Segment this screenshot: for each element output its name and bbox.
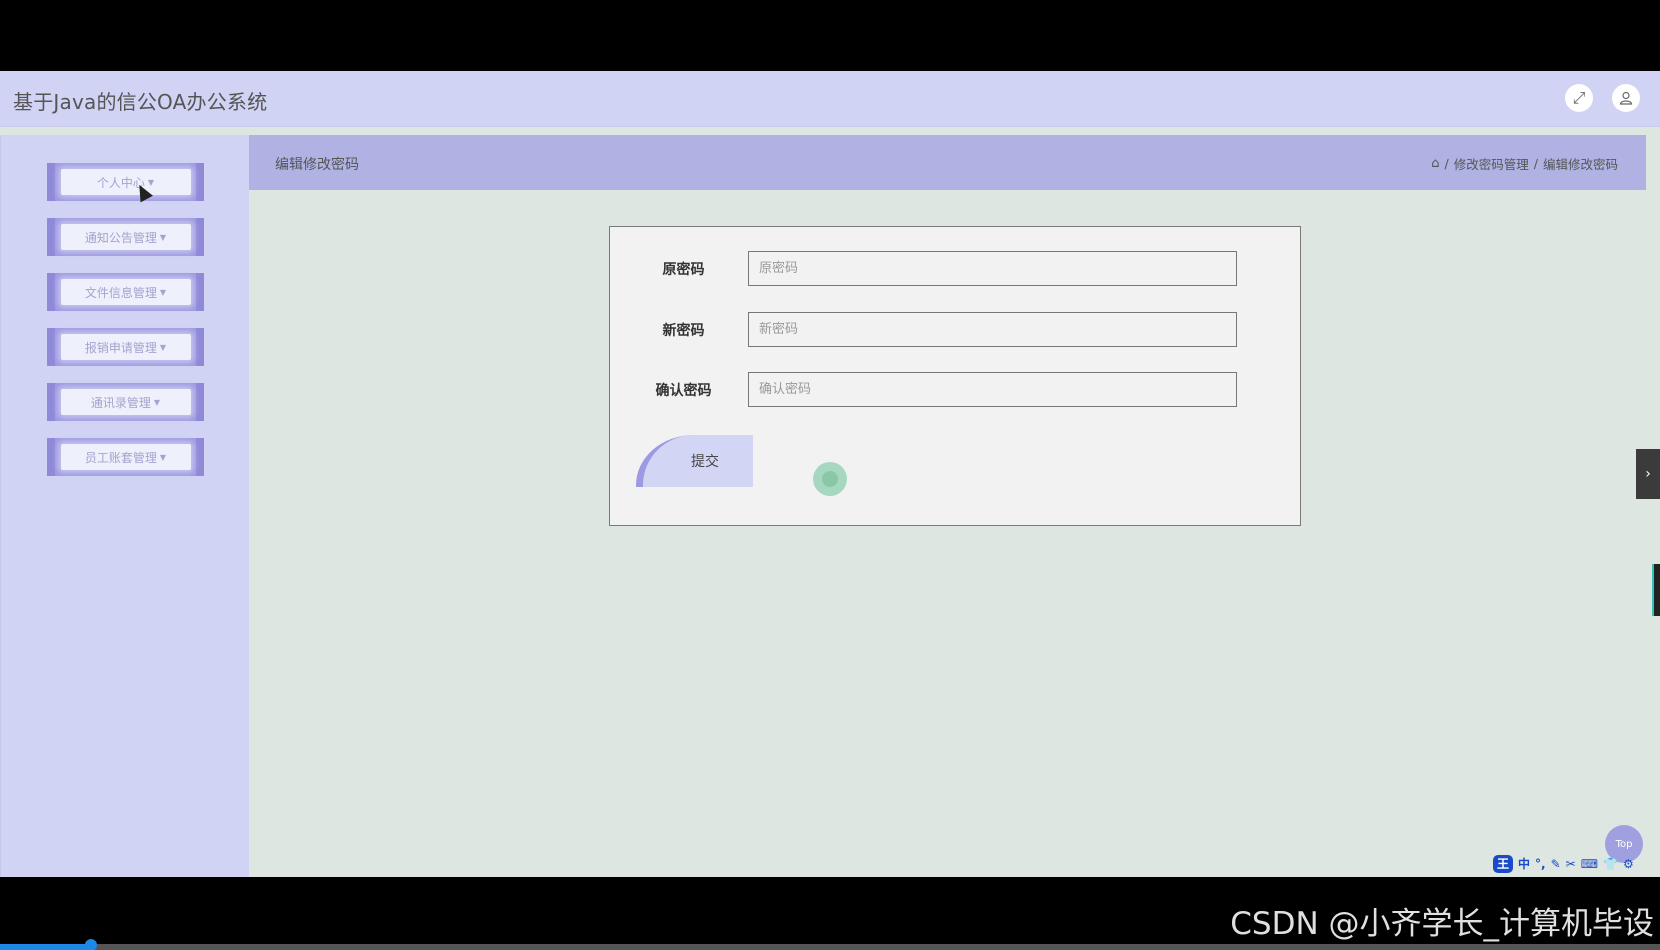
sidebar-item-label: 报销申请管理 (84, 340, 157, 355)
ime-skin-icon[interactable]: 👕 (1603, 858, 1618, 870)
app-title: 基于Java的信公OA办公系统 (13, 90, 268, 114)
video-progress-fill (0, 944, 92, 950)
old-password-label: 原密码 (662, 262, 705, 278)
sidebar-item-label: 员工账套管理 (84, 450, 157, 465)
content-header: 编辑修改密码 ⌂ / 修改密码管理 / 编辑修改密码 (249, 135, 1646, 190)
sidebar-item-label: 通知公告管理 (84, 230, 157, 245)
user-glyph (1619, 91, 1633, 105)
sidebar-item-reimbursement[interactable]: 报销申请管理 ▼ (47, 328, 204, 366)
confirm-password-input[interactable] (748, 372, 1237, 407)
ime-logo-icon[interactable]: 王 (1493, 855, 1513, 873)
submit-button[interactable]: 提交 (636, 435, 753, 487)
top-divider (0, 127, 1660, 135)
watermark: CSDN @小齐学长_计算机毕设 (1230, 906, 1654, 942)
breadcrumb: ⌂ / 修改密码管理 / 编辑修改密码 (1431, 154, 1618, 173)
caret-down-icon: ▼ (159, 287, 167, 297)
page-title: 编辑修改密码 (275, 157, 359, 173)
ime-handwrite-icon[interactable]: ✎ (1551, 858, 1561, 870)
ime-scissors-icon[interactable]: ✂ (1566, 858, 1576, 870)
top-bar: 基于Java的信公OA办公系统 ⤢ (0, 71, 1660, 127)
sidebar: 个人中心 ▼ 通知公告管理 ▼ 文件信息管理 ▼ 报销申请管理 ▼ 通讯录管理 ▼ 员工账… (0, 135, 249, 877)
screen-frame: 基于Java的信公OA办公系统 ⤢ 个人中心 ▼ 通知公告管理 ▼ 文件信息管理 ▼ … (0, 0, 1660, 950)
sidebar-item-contacts[interactable]: 通讯录管理 ▼ (47, 383, 204, 421)
app-window: 基于Java的信公OA办公系统 ⤢ 个人中心 ▼ 通知公告管理 ▼ 文件信息管理 ▼ … (0, 71, 1660, 877)
caret-down-icon: ▼ (147, 177, 155, 187)
sidebar-item-personal-center[interactable]: 个人中心 ▼ (47, 163, 204, 201)
user-icon[interactable] (1612, 84, 1640, 112)
breadcrumb-item-current: 编辑修改密码 (1542, 157, 1618, 172)
ime-toolbar: 王 中 °, ✎ ✂ ⌨ 👕 ⚙ (1490, 853, 1660, 875)
ime-keyboard-icon[interactable]: ⌨ (1581, 858, 1598, 870)
ime-chinese-mode-icon[interactable]: 中 (1518, 858, 1530, 870)
video-progress-bar[interactable] (0, 944, 1660, 950)
sidebar-item-label: 通讯录管理 (90, 395, 151, 410)
ime-punctuation-icon[interactable]: °, (1535, 858, 1546, 870)
click-indicator (813, 462, 847, 496)
chevron-right-icon[interactable]: › (1636, 449, 1660, 499)
caret-down-icon: ▼ (159, 452, 167, 462)
new-password-label: 新密码 (662, 323, 705, 339)
sidebar-item-files[interactable]: 文件信息管理 ▼ (47, 273, 204, 311)
sidebar-item-notice[interactable]: 通知公告管理 ▼ (47, 218, 204, 256)
video-progress-handle[interactable] (85, 939, 98, 950)
confirm-password-label: 确认密码 (655, 383, 712, 399)
old-password-input[interactable] (748, 251, 1237, 286)
caret-down-icon: ▼ (159, 232, 167, 242)
breadcrumb-separator: / (1444, 156, 1449, 171)
caret-down-icon: ▼ (153, 397, 161, 407)
form-row-confirm-password: 确认密码 (610, 372, 1302, 408)
new-password-input[interactable] (748, 312, 1237, 347)
home-icon[interactable]: ⌂ (1431, 156, 1439, 171)
sidebar-item-employee-accounts[interactable]: 员工账套管理 ▼ (47, 438, 204, 476)
change-password-form: 原密码 新密码 确认密码 提交 (609, 226, 1301, 526)
expand-icon[interactable]: ⤢ (1565, 84, 1593, 112)
ime-settings-icon[interactable]: ⚙ (1623, 858, 1634, 870)
side-panel-tab[interactable] (1652, 564, 1660, 616)
form-row-old-password: 原密码 (610, 251, 1302, 287)
breadcrumb-item[interactable]: 修改密码管理 (1454, 154, 1529, 173)
caret-down-icon: ▼ (159, 342, 167, 352)
breadcrumb-separator: / (1533, 156, 1538, 171)
form-row-new-password: 新密码 (610, 312, 1302, 348)
sidebar-item-label: 文件信息管理 (84, 285, 157, 300)
